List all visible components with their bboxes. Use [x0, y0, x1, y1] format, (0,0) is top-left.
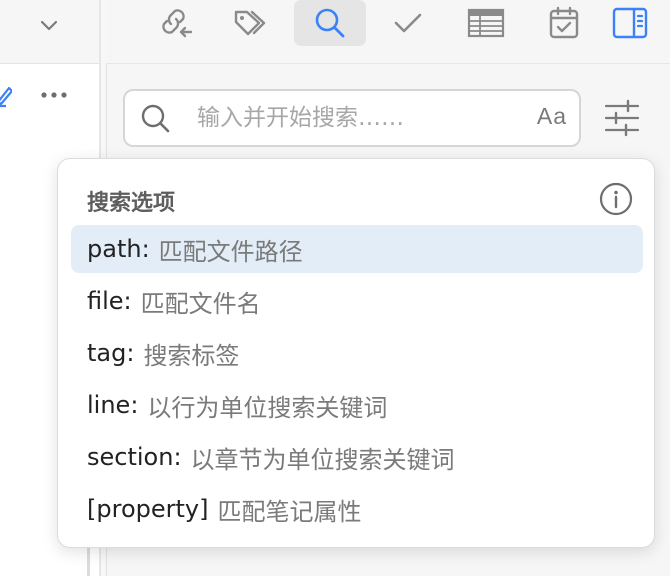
- tasks-button[interactable]: [372, 0, 444, 46]
- edit-icon[interactable]: [0, 82, 12, 108]
- search-input[interactable]: [197, 101, 517, 135]
- search-options-popup: 搜索选项 path: 匹配文件路径 file: 匹配文件名 tag: 搜索标签 …: [57, 158, 655, 548]
- match-case-toggle[interactable]: Aa: [537, 103, 567, 130]
- popup-title: 搜索选项: [87, 191, 176, 216]
- search-option-section[interactable]: section: 以章节为单位搜索关键词: [71, 433, 643, 481]
- toggle-sidebar-button[interactable]: [594, 0, 666, 46]
- sliders-icon: [600, 98, 644, 138]
- table-icon: [467, 8, 505, 38]
- search-option-file[interactable]: file: 匹配文件名: [71, 277, 643, 325]
- option-key: line:: [87, 391, 139, 419]
- tags-icon: [233, 8, 271, 38]
- chevron-down-icon[interactable]: [38, 14, 60, 36]
- option-key: tag:: [87, 339, 135, 367]
- search-tab-button[interactable]: [294, 0, 366, 46]
- option-description: 以行为单位搜索关键词: [147, 393, 388, 422]
- search-option-property[interactable]: [property] 匹配笔记属性: [71, 485, 643, 533]
- search-settings-button[interactable]: [600, 98, 644, 138]
- sidebar-toggle-icon: [612, 7, 648, 39]
- sidebar-toolbar: [106, 0, 670, 64]
- option-key: file:: [87, 287, 132, 315]
- search-icon: [314, 7, 346, 39]
- search-option-line[interactable]: line: 以行为单位搜索关键词: [71, 381, 643, 429]
- calendar-button[interactable]: [528, 0, 600, 46]
- option-description: 匹配文件名: [140, 289, 261, 318]
- search-option-tag[interactable]: tag: 搜索标签: [71, 329, 643, 377]
- table-button[interactable]: [450, 0, 522, 46]
- option-description: 匹配笔记属性: [217, 497, 362, 526]
- option-key: [property]: [87, 495, 209, 523]
- backlinks-button[interactable]: [139, 0, 211, 46]
- option-description: 匹配文件路径: [158, 237, 303, 266]
- option-description: 以章节为单位搜索关键词: [190, 445, 455, 474]
- info-icon[interactable]: [599, 182, 633, 216]
- option-description: 搜索标签: [143, 341, 240, 370]
- left-pane-header: [0, 0, 99, 64]
- checkmark-icon: [393, 11, 423, 35]
- more-options-icon[interactable]: [40, 86, 68, 104]
- calendar-icon: [548, 6, 580, 40]
- search-icon: [140, 103, 172, 135]
- option-key: section:: [87, 443, 182, 471]
- search-option-path[interactable]: path: 匹配文件路径: [71, 225, 643, 273]
- search-box[interactable]: Aa: [123, 89, 581, 147]
- option-key: path:: [87, 235, 150, 263]
- tags-button[interactable]: [216, 0, 288, 46]
- backlinks-icon: [157, 6, 193, 40]
